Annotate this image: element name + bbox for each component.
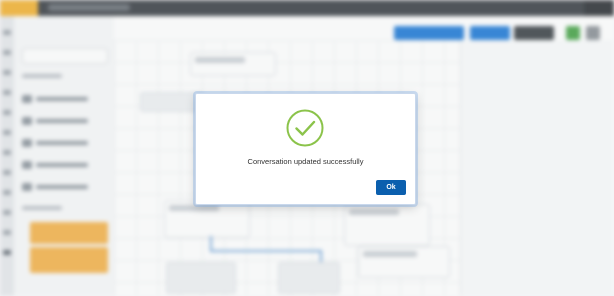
ok-button[interactable]: Ok (376, 180, 406, 195)
check-circle-icon (286, 109, 324, 147)
dialog-message: Conversation updated successfully (247, 157, 364, 166)
success-dialog: Conversation updated successfully Ok (195, 93, 416, 205)
